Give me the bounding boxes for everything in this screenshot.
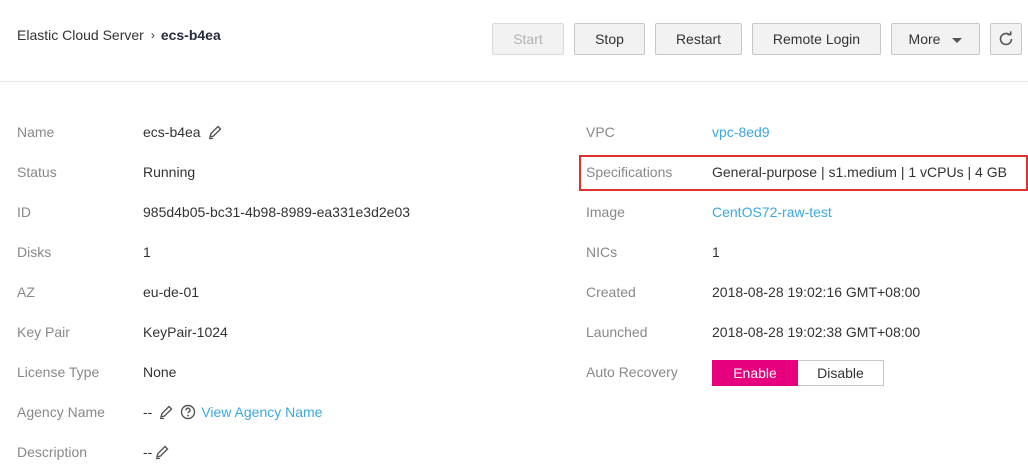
description-label: Description [17, 444, 88, 460]
created-value: 2018-08-28 19:02:16 GMT+08:00 [712, 284, 921, 300]
vpc-link[interactable]: vpc-8ed9 [712, 124, 770, 140]
az-value: eu-de-01 [143, 284, 200, 300]
breadcrumb-parent[interactable]: Elastic Cloud Server [17, 27, 144, 43]
created-label: Created [586, 284, 636, 300]
breadcrumb-separator-icon: › [150, 28, 155, 42]
image-label: Image [586, 204, 625, 220]
agency-name-value-row: -- View Agency Name [143, 404, 322, 420]
disks-value: 1 [143, 244, 151, 260]
specifications-value: General-purpose | s1.medium | 1 vCPUs | … [712, 164, 1007, 180]
nics-value: 1 [712, 244, 720, 260]
name-label: Name [17, 124, 55, 140]
stop-button[interactable]: Stop [574, 23, 645, 55]
az-label: AZ [17, 284, 35, 300]
remote-login-button[interactable]: Remote Login [752, 23, 881, 55]
refresh-icon [999, 31, 1013, 46]
status-value: Running [143, 164, 196, 180]
agency-name-value: -- [143, 404, 153, 420]
name-value: ecs-b4ea [143, 124, 201, 140]
status-label: Status [17, 164, 57, 180]
edit-pencil-icon[interactable] [207, 124, 223, 140]
license-type-label: License Type [17, 364, 100, 380]
breadcrumb: Elastic Cloud Server › ecs-b4ea [17, 27, 221, 43]
description-value-row: -- [143, 444, 170, 460]
header-bar: Elastic Cloud Server › ecs-b4ea Start St… [0, 0, 1028, 82]
agency-name-label: Agency Name [17, 404, 105, 420]
launched-label: Launched [586, 324, 648, 340]
caret-down-icon [952, 37, 963, 43]
disks-label: Disks [17, 244, 52, 260]
id-label: ID [17, 204, 31, 220]
id-value: 985d4b05-bc31-4b98-8989-ea331e3d2e03 [143, 204, 411, 220]
edit-pencil-icon[interactable] [158, 404, 174, 420]
key-pair-label: Key Pair [17, 324, 70, 340]
help-circle-icon[interactable] [180, 404, 196, 420]
edit-pencil-icon[interactable] [154, 444, 170, 460]
vpc-label: VPC [586, 124, 615, 140]
key-pair-value: KeyPair-1024 [143, 324, 228, 340]
license-type-value: None [143, 364, 177, 380]
more-dropdown-button[interactable]: More [891, 23, 980, 55]
launched-value: 2018-08-28 19:02:38 GMT+08:00 [712, 324, 921, 340]
auto-recovery-toggle: Enable Disable [712, 360, 884, 386]
specifications-label: Specifications [586, 164, 673, 180]
auto-recovery-enable-button[interactable]: Enable [712, 360, 798, 386]
auto-recovery-disable-button[interactable]: Disable [798, 360, 884, 386]
nics-label: NICs [586, 244, 618, 260]
description-value: -- [143, 444, 153, 460]
more-label: More [908, 31, 941, 47]
name-value-row: ecs-b4ea [143, 124, 223, 140]
refresh-button[interactable] [990, 23, 1022, 55]
auto-recovery-label: Auto Recovery [586, 364, 678, 380]
start-button[interactable]: Start [492, 23, 564, 55]
breadcrumb-current: ecs-b4ea [160, 27, 221, 43]
restart-button[interactable]: Restart [655, 23, 742, 55]
image-link[interactable]: CentOS72-raw-test [712, 204, 832, 220]
view-agency-name-link[interactable]: View Agency Name [201, 404, 322, 420]
